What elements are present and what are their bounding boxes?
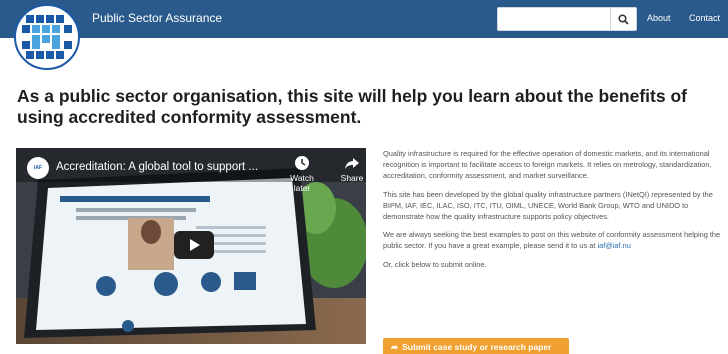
channel-logo-label: IAF	[33, 165, 43, 171]
search-button[interactable]	[610, 8, 636, 30]
share-icon	[345, 158, 359, 169]
intro-text: Quality infrastructure is required for t…	[383, 148, 725, 277]
site-logo[interactable]	[14, 4, 80, 70]
clock-icon	[295, 156, 309, 170]
paragraph-examples: We are always seeking the best examples …	[383, 229, 725, 251]
play-icon	[190, 239, 200, 251]
globe-logo-icon	[16, 7, 78, 67]
submit-case-study-label: Submit case study or research paper	[402, 342, 552, 352]
paragraph-partners: This site has been developed by the glob…	[383, 189, 713, 222]
top-navigation-bar: Public Sector Assurance About Contact	[0, 0, 728, 38]
channel-logo[interactable]: IAF	[27, 157, 49, 179]
nav-contact-link[interactable]: Contact	[689, 13, 720, 23]
share-label: Share	[340, 173, 364, 183]
paragraph-examples-text: We are always seeking the best examples …	[383, 230, 721, 251]
paragraph-quality-infrastructure: Quality infrastructure is required for t…	[383, 149, 712, 181]
search-input[interactable]	[498, 8, 610, 30]
watch-later-button[interactable]: Watch later	[282, 155, 322, 193]
email-link[interactable]: iaf@iaf.nu	[597, 241, 630, 250]
site-title[interactable]: Public Sector Assurance	[92, 11, 222, 25]
watch-later-label: Watch later	[290, 173, 314, 193]
submit-case-study-button[interactable]: ➦ Submit case study or research paper	[383, 338, 569, 354]
page-headline: As a public sector organisation, this si…	[17, 86, 687, 127]
arrow-right-icon: ➦	[391, 341, 399, 352]
video-title[interactable]: Accreditation: A global tool to support …	[56, 161, 258, 173]
search-icon	[618, 13, 629, 25]
paragraph-submit-hint: Or, click below to submit online.	[383, 259, 487, 269]
nav-about-link[interactable]: About	[647, 13, 671, 23]
play-button[interactable]	[174, 231, 214, 259]
share-button[interactable]: Share	[338, 155, 366, 183]
search-box	[497, 7, 637, 31]
